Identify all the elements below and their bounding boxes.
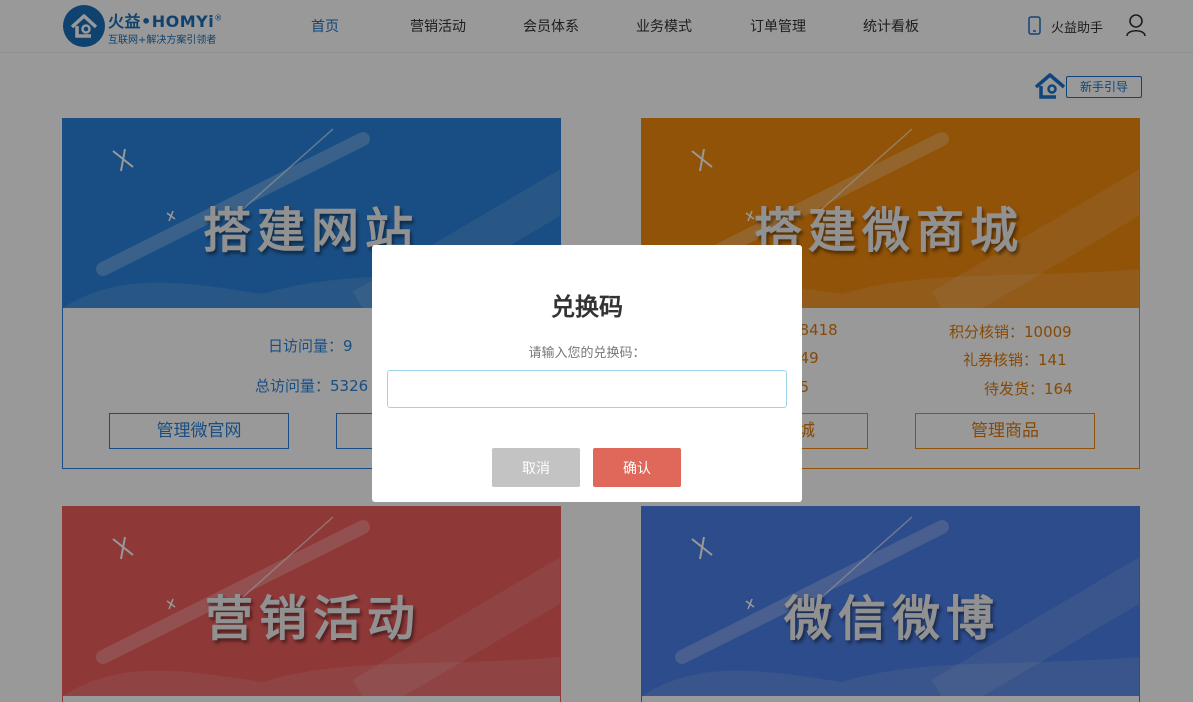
dialog-title: 兑换码 — [551, 293, 623, 321]
redeem-code-dialog: 兑换码 请输入您的兑换码： 取消 确认 — [372, 245, 802, 502]
redeem-code-input[interactable] — [387, 370, 787, 408]
dialog-prompt: 请输入您的兑换码： — [528, 346, 646, 361]
cancel-button[interactable]: 取消 — [492, 448, 580, 487]
confirm-button[interactable]: 确认 — [593, 448, 681, 487]
